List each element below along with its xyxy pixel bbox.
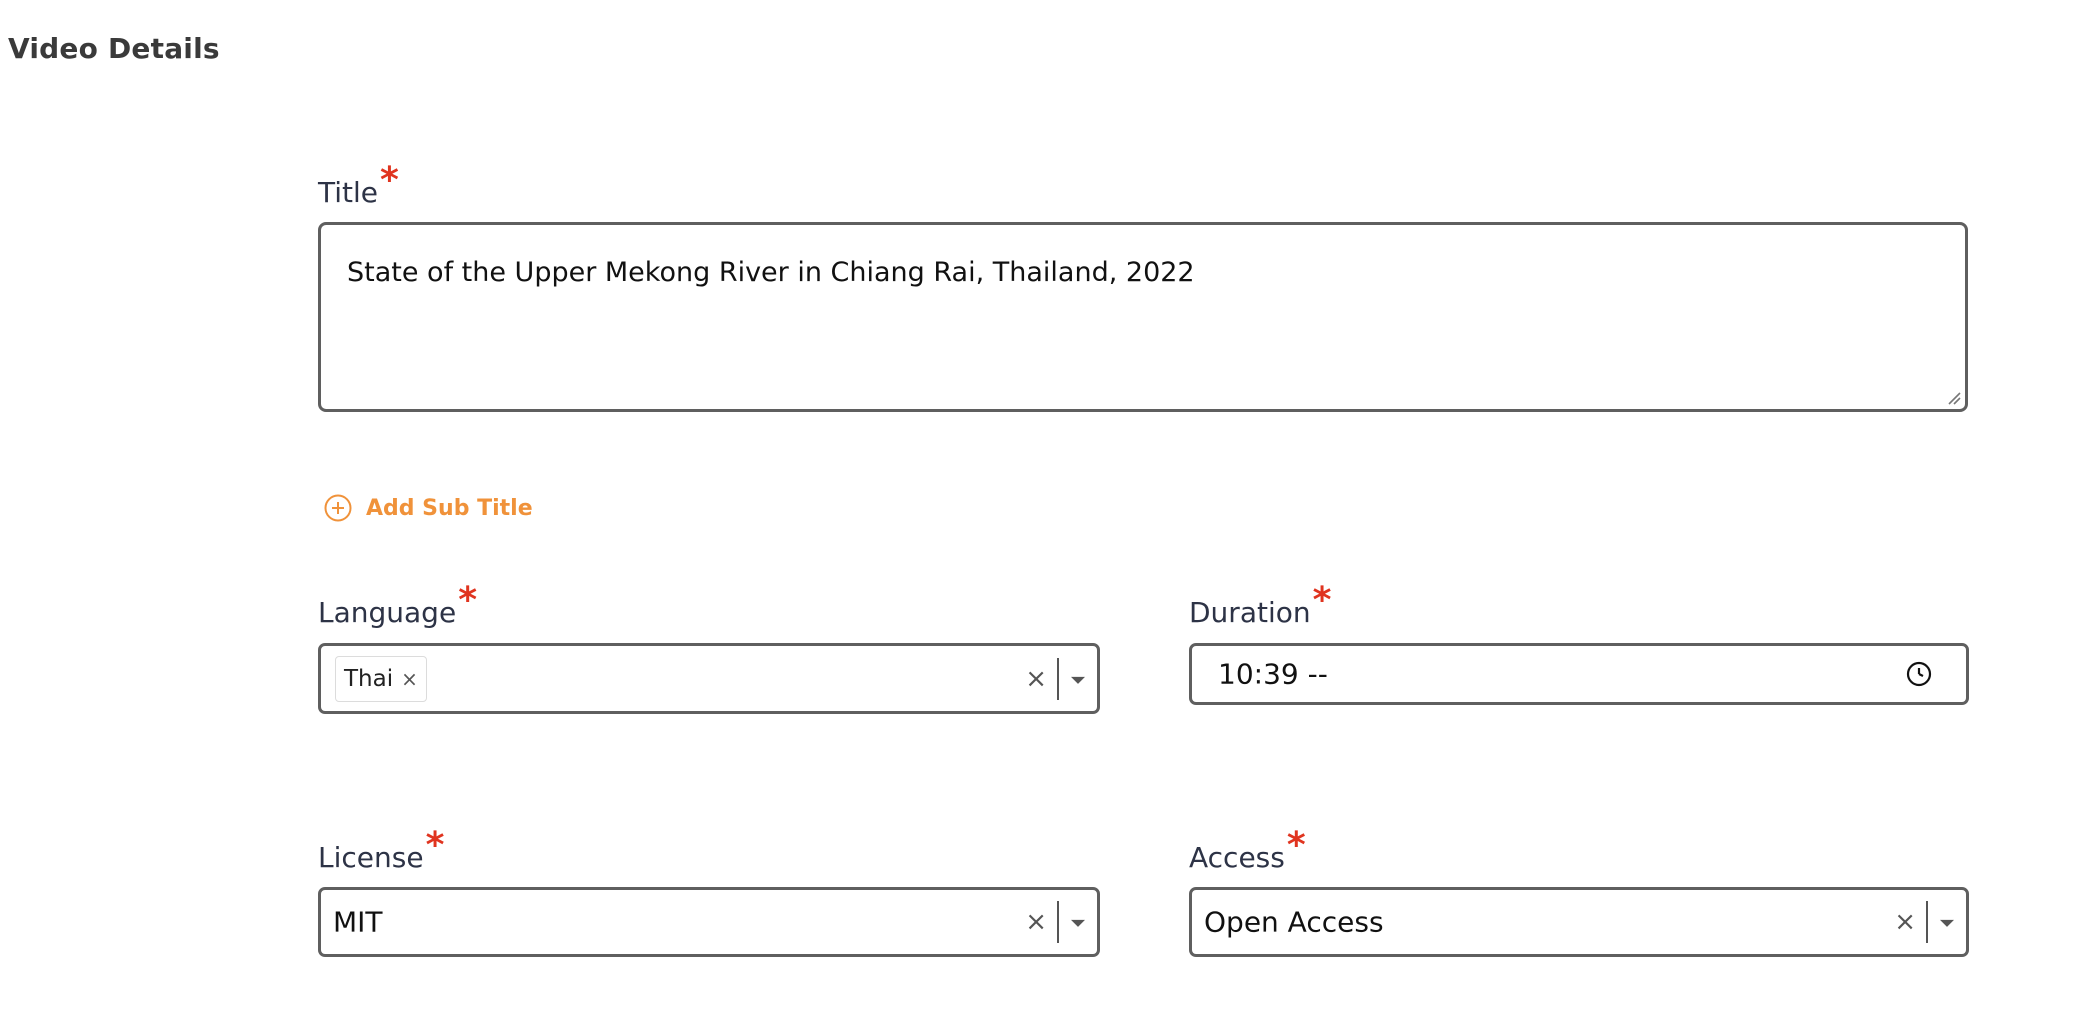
title-label-text: Title xyxy=(318,176,379,209)
access-label-text: Access xyxy=(1189,841,1285,874)
license-value: MIT xyxy=(333,905,383,939)
language-select[interactable]: Thai × × xyxy=(318,643,1100,714)
language-label: Language* xyxy=(318,580,477,631)
required-asterisk: * xyxy=(425,825,445,866)
title-label: Title* xyxy=(318,160,399,211)
license-label-text: License xyxy=(318,841,424,874)
title-value: State of the Upper Mekong River in Chian… xyxy=(347,257,1195,288)
select-divider xyxy=(1057,657,1059,700)
chip-remove-icon[interactable]: × xyxy=(401,667,418,691)
required-asterisk: * xyxy=(458,580,478,621)
chevron-down-icon[interactable] xyxy=(1940,919,1954,927)
add-subtitle-button[interactable]: Add Sub Title xyxy=(324,494,533,522)
resize-handle-icon[interactable] xyxy=(1945,389,1961,405)
language-label-text: Language xyxy=(318,596,457,629)
duration-label: Duration* xyxy=(1189,580,1331,631)
language-chip: Thai × xyxy=(335,655,427,702)
add-subtitle-label: Add Sub Title xyxy=(366,495,533,521)
title-textarea[interactable]: State of the Upper Mekong River in Chian… xyxy=(318,222,1968,412)
clear-icon[interactable]: × xyxy=(1025,907,1047,937)
required-asterisk: * xyxy=(1312,580,1332,621)
select-divider xyxy=(1926,901,1928,943)
clear-icon[interactable]: × xyxy=(1025,664,1047,694)
access-select[interactable]: Open Access × xyxy=(1189,887,1969,957)
required-asterisk: * xyxy=(380,160,399,201)
duration-label-text: Duration xyxy=(1189,596,1311,629)
access-label: Access* xyxy=(1189,825,1306,876)
video-details-page: Video Details Title* State of the Upper … xyxy=(0,0,2100,1032)
duration-input[interactable]: 10:39 -- xyxy=(1189,643,1969,705)
select-divider xyxy=(1057,901,1059,943)
language-chip-label: Thai xyxy=(344,665,394,692)
clear-icon[interactable]: × xyxy=(1894,907,1916,937)
chevron-down-icon[interactable] xyxy=(1071,676,1085,684)
required-asterisk: * xyxy=(1286,825,1306,866)
license-label: License* xyxy=(318,825,444,876)
section-title: Video Details xyxy=(8,32,220,65)
access-value: Open Access xyxy=(1204,905,1384,939)
plus-circle-icon xyxy=(324,494,352,522)
duration-value: 10:39 -- xyxy=(1218,657,1328,691)
license-select[interactable]: MIT × xyxy=(318,887,1100,957)
clock-icon[interactable] xyxy=(1906,661,1932,687)
chevron-down-icon[interactable] xyxy=(1071,919,1085,927)
